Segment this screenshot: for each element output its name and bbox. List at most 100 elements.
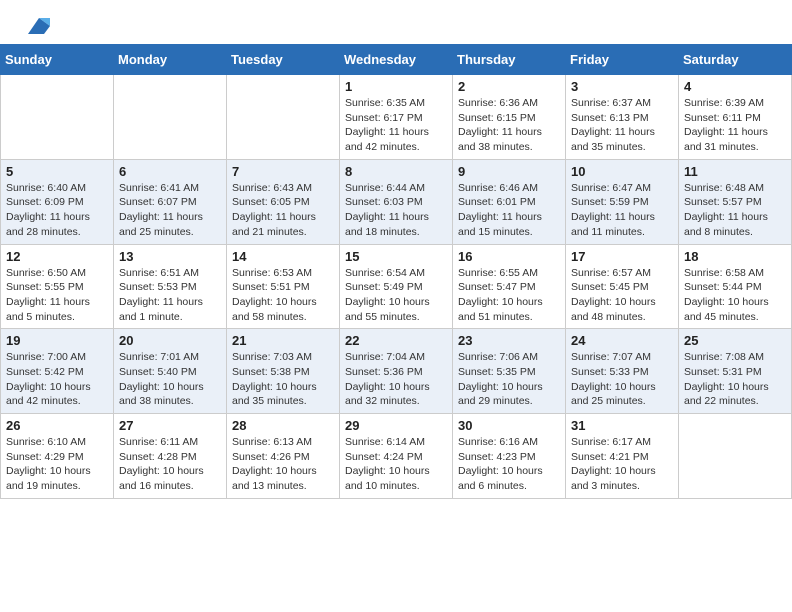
day-number: 2 (458, 79, 560, 94)
day-info: Sunrise: 6:44 AMSunset: 6:03 PMDaylight:… (345, 182, 429, 238)
day-number: 16 (458, 249, 560, 264)
calendar-table: SundayMondayTuesdayWednesdayThursdayFrid… (0, 44, 792, 499)
calendar-cell: 31 Sunrise: 6:17 AMSunset: 4:21 PMDayligh… (566, 414, 679, 499)
calendar-cell: 29 Sunrise: 6:14 AMSunset: 4:24 PMDayligh… (340, 414, 453, 499)
day-info: Sunrise: 6:54 AMSunset: 5:49 PMDaylight:… (345, 267, 430, 323)
calendar-cell (679, 414, 792, 499)
calendar-cell: 7 Sunrise: 6:43 AMSunset: 6:05 PMDaylight… (227, 159, 340, 244)
day-number: 11 (684, 164, 786, 179)
calendar-cell: 26 Sunrise: 6:10 AMSunset: 4:29 PMDayligh… (1, 414, 114, 499)
day-number: 19 (6, 333, 108, 348)
header-wednesday: Wednesday (340, 45, 453, 75)
day-number: 28 (232, 418, 334, 433)
calendar-cell: 18 Sunrise: 6:58 AMSunset: 5:44 PMDayligh… (679, 244, 792, 329)
day-number: 18 (684, 249, 786, 264)
day-info: Sunrise: 7:08 AMSunset: 5:31 PMDaylight:… (684, 351, 769, 407)
header-thursday: Thursday (453, 45, 566, 75)
logo (24, 18, 52, 34)
day-number: 30 (458, 418, 560, 433)
day-info: Sunrise: 6:17 AMSunset: 4:21 PMDaylight:… (571, 436, 656, 492)
calendar-cell: 15 Sunrise: 6:54 AMSunset: 5:49 PMDayligh… (340, 244, 453, 329)
calendar-week-row: 1Sunrise: 6:35 AMSunset: 6:17 PMDaylight… (1, 75, 792, 160)
day-info: Sunrise: 6:50 AMSunset: 5:55 PMDaylight:… (6, 267, 90, 323)
calendar-cell: 30 Sunrise: 6:16 AMSunset: 4:23 PMDayligh… (453, 414, 566, 499)
day-number: 17 (571, 249, 673, 264)
calendar-cell: 25 Sunrise: 7:08 AMSunset: 5:31 PMDayligh… (679, 329, 792, 414)
calendar-cell: 8 Sunrise: 6:44 AMSunset: 6:03 PMDaylight… (340, 159, 453, 244)
day-info: Sunrise: 6:48 AMSunset: 5:57 PMDaylight:… (684, 182, 768, 238)
calendar-cell (227, 75, 340, 160)
day-number: 10 (571, 164, 673, 179)
calendar-cell: 3 Sunrise: 6:37 AMSunset: 6:13 PMDaylight… (566, 75, 679, 160)
day-number: 22 (345, 333, 447, 348)
day-info: Sunrise: 6:10 AMSunset: 4:29 PMDaylight:… (6, 436, 91, 492)
calendar-week-row: 19 Sunrise: 7:00 AMSunset: 5:42 PMDayligh… (1, 329, 792, 414)
day-info: Sunrise: 6:53 AMSunset: 5:51 PMDaylight:… (232, 267, 317, 323)
header-saturday: Saturday (679, 45, 792, 75)
day-info: Sunrise: 6:14 AMSunset: 4:24 PMDaylight:… (345, 436, 430, 492)
day-info: Sunrise: 6:11 AMSunset: 4:28 PMDaylight:… (119, 436, 204, 492)
day-number: 15 (345, 249, 447, 264)
day-info: Sunrise: 6:47 AMSunset: 5:59 PMDaylight:… (571, 182, 655, 238)
calendar-cell: 6 Sunrise: 6:41 AMSunset: 6:07 PMDaylight… (114, 159, 227, 244)
calendar-cell: 13 Sunrise: 6:51 AMSunset: 5:53 PMDayligh… (114, 244, 227, 329)
day-number: 26 (6, 418, 108, 433)
calendar-cell: 12 Sunrise: 6:50 AMSunset: 5:55 PMDayligh… (1, 244, 114, 329)
calendar-cell (1, 75, 114, 160)
day-info: Sunrise: 7:00 AMSunset: 5:42 PMDaylight:… (6, 351, 91, 407)
day-info: Sunrise: 6:51 AMSunset: 5:53 PMDaylight:… (119, 267, 203, 323)
calendar-cell: 1Sunrise: 6:35 AMSunset: 6:17 PMDaylight… (340, 75, 453, 160)
day-info: Sunrise: 6:40 AMSunset: 6:09 PMDaylight:… (6, 182, 90, 238)
calendar-cell: 11 Sunrise: 6:48 AMSunset: 5:57 PMDayligh… (679, 159, 792, 244)
day-info: Sunrise: 6:58 AMSunset: 5:44 PMDaylight:… (684, 267, 769, 323)
day-info: Sunrise: 7:03 AMSunset: 5:38 PMDaylight:… (232, 351, 317, 407)
day-number: 9 (458, 164, 560, 179)
calendar-cell: 28 Sunrise: 6:13 AMSunset: 4:26 PMDayligh… (227, 414, 340, 499)
calendar-cell: 4Sunrise: 6:39 AMSunset: 6:11 PMDaylight… (679, 75, 792, 160)
page-header (0, 0, 792, 44)
day-info: Sunrise: 6:41 AMSunset: 6:07 PMDaylight:… (119, 182, 203, 238)
calendar-cell (114, 75, 227, 160)
day-number: 3 (571, 79, 673, 94)
header-tuesday: Tuesday (227, 45, 340, 75)
calendar-week-row: 26 Sunrise: 6:10 AMSunset: 4:29 PMDayligh… (1, 414, 792, 499)
day-info: Sunrise: 6:13 AMSunset: 4:26 PMDaylight:… (232, 436, 317, 492)
day-number: 24 (571, 333, 673, 348)
day-number: 5 (6, 164, 108, 179)
calendar-cell: 21Sunrise: 7:03 AMSunset: 5:38 PMDayligh… (227, 329, 340, 414)
header-monday: Monday (114, 45, 227, 75)
day-info: Sunrise: 7:07 AMSunset: 5:33 PMDaylight:… (571, 351, 656, 407)
calendar-week-row: 5 Sunrise: 6:40 AMSunset: 6:09 PMDaylight… (1, 159, 792, 244)
calendar-cell: 2 Sunrise: 6:36 AMSunset: 6:15 PMDaylight… (453, 75, 566, 160)
header-friday: Friday (566, 45, 679, 75)
day-number: 6 (119, 164, 221, 179)
day-number: 29 (345, 418, 447, 433)
calendar-cell: 20 Sunrise: 7:01 AMSunset: 5:40 PMDayligh… (114, 329, 227, 414)
day-info: Sunrise: 6:55 AMSunset: 5:47 PMDaylight:… (458, 267, 543, 323)
calendar-header-row: SundayMondayTuesdayWednesdayThursdayFrid… (1, 45, 792, 75)
day-info: Sunrise: 6:37 AMSunset: 6:13 PMDaylight:… (571, 97, 655, 153)
calendar-cell: 27 Sunrise: 6:11 AMSunset: 4:28 PMDayligh… (114, 414, 227, 499)
day-info: Sunrise: 6:43 AMSunset: 6:05 PMDaylight:… (232, 182, 316, 238)
day-number: 1 (345, 79, 447, 94)
day-number: 8 (345, 164, 447, 179)
calendar-cell: 10 Sunrise: 6:47 AMSunset: 5:59 PMDayligh… (566, 159, 679, 244)
calendar-cell: 14 Sunrise: 6:53 AMSunset: 5:51 PMDayligh… (227, 244, 340, 329)
day-number: 4 (684, 79, 786, 94)
day-number: 27 (119, 418, 221, 433)
day-info: Sunrise: 7:06 AMSunset: 5:35 PMDaylight:… (458, 351, 543, 407)
calendar-cell: 16 Sunrise: 6:55 AMSunset: 5:47 PMDayligh… (453, 244, 566, 329)
day-number: 20 (119, 333, 221, 348)
day-number: 7 (232, 164, 334, 179)
calendar-cell: 19 Sunrise: 7:00 AMSunset: 5:42 PMDayligh… (1, 329, 114, 414)
day-number: 25 (684, 333, 786, 348)
day-info: Sunrise: 6:16 AMSunset: 4:23 PMDaylight:… (458, 436, 543, 492)
day-number: 31 (571, 418, 673, 433)
day-info: Sunrise: 6:36 AMSunset: 6:15 PMDaylight:… (458, 97, 542, 153)
day-info: Sunrise: 7:01 AMSunset: 5:40 PMDaylight:… (119, 351, 204, 407)
day-number: 14 (232, 249, 334, 264)
day-number: 13 (119, 249, 221, 264)
calendar-cell: 17Sunrise: 6:57 AMSunset: 5:45 PMDayligh… (566, 244, 679, 329)
logo-icon (26, 16, 52, 38)
day-number: 12 (6, 249, 108, 264)
